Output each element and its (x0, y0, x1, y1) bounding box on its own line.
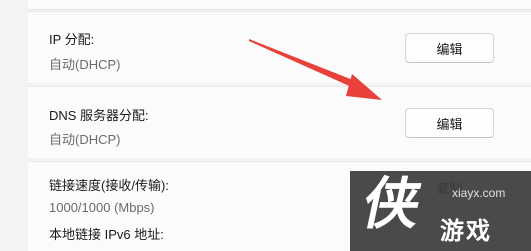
watermark-site: xiayx.com (452, 186, 506, 200)
network-properties-panel: IP 分配: 自动(DHCP) 编辑 DNS 服务器分配: 自动(DHCP) 编… (0, 0, 531, 251)
watermark-logo-glyph: 侠 (357, 172, 427, 235)
watermark-name: 游戏 (440, 218, 492, 245)
